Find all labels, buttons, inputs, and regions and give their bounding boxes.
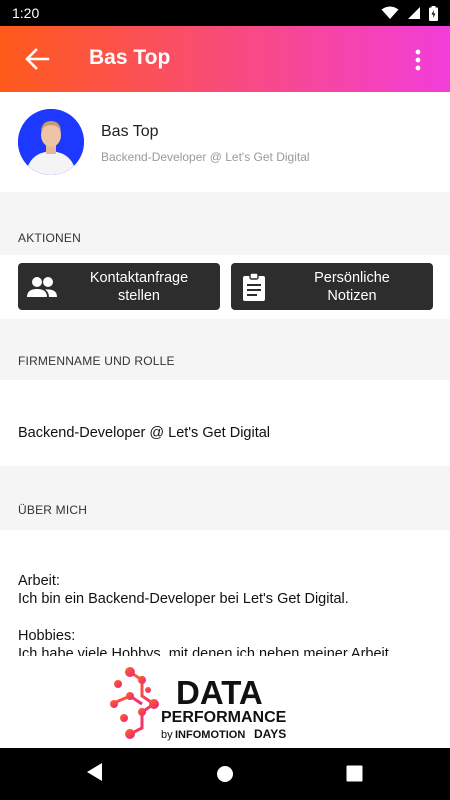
section-title-about: ÜBER MICH (18, 503, 88, 517)
about-hobbies-text: Ich habe viele Hobbys, mit denen ich neb… (18, 646, 389, 656)
logo-line1: DATA (176, 674, 263, 711)
about-hobbies-label: Hobbies: (18, 628, 76, 644)
profile-header: Bas Top Backend-Developer @ Let's Get Di… (0, 92, 450, 192)
arrow-left-icon[interactable] (24, 47, 50, 71)
people-icon (27, 277, 57, 297)
contact-request-button[interactable]: Kontaktanfrage stellen (18, 263, 220, 310)
data-performance-days-logo: DATA PERFORMANCE by INFOMOTION DAYS (0, 656, 450, 748)
system-nav-bar (0, 748, 450, 800)
profile-name: Bas Top (101, 123, 159, 140)
avatar (18, 109, 84, 175)
status-icons (381, 5, 438, 21)
logo-line2: PERFORMANCE (161, 709, 287, 726)
wifi-icon (381, 6, 399, 19)
about-block: Arbeit: Ich bin ein Backend-Developer be… (0, 530, 450, 656)
logo-line3-suffix: DAYS (254, 727, 286, 741)
personal-notes-label: Persönliche Notizen (314, 270, 390, 304)
status-bar: 1:20 (0, 0, 450, 26)
page-title: Bas Top (89, 46, 171, 69)
logo-line3-prefix: by (161, 729, 173, 741)
profile-role: Backend-Developer @ Let's Get Digital (101, 150, 310, 164)
section-title-company: FIRMENNAME UND ROLLE (18, 354, 175, 368)
contact-request-label: Kontaktanfrage stellen (89, 270, 189, 304)
app-bar: Bas Top (0, 26, 450, 92)
section-title-actions: AKTIONEN (18, 231, 81, 245)
nav-back-icon[interactable] (86, 762, 104, 782)
battery-icon (429, 5, 438, 21)
status-time: 1:20 (12, 5, 40, 21)
actions-row: Kontaktanfrage stellen Persönliche Notiz… (0, 255, 450, 319)
more-vertical-icon[interactable] (414, 48, 422, 72)
personal-notes-button[interactable]: Persönliche Notizen (231, 263, 433, 310)
about-work-text: Ich bin ein Backend-Developer bei Let's … (18, 591, 349, 607)
company-block: Backend-Developer @ Let's Get Digital (0, 380, 450, 466)
nav-home-icon[interactable] (216, 765, 234, 783)
nav-recents-icon[interactable] (346, 765, 363, 782)
about-work-label: Arbeit: (18, 573, 60, 589)
logo-line3-brand: INFOMOTION (175, 729, 245, 741)
app-screen: 1:20 Bas Top Bas Top Backend-Developer @… (0, 0, 450, 800)
clipboard-icon (243, 273, 265, 301)
company-value: Backend-Developer @ Let's Get Digital (18, 425, 271, 441)
signal-icon (408, 7, 420, 19)
